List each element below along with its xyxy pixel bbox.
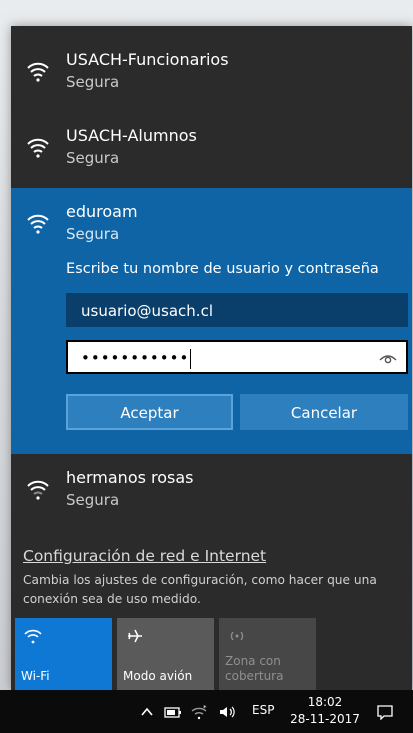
network-item-eduroam-expanded[interactable]: eduroam Segura Escribe tu nombre de usua…	[11, 188, 412, 454]
network-ssid: eduroam	[66, 202, 138, 221]
network-settings-link[interactable]: Configuración de red e Internet	[23, 547, 266, 565]
network-security: Segura	[66, 491, 120, 509]
network-item-hermanos-rosas[interactable]: hermanos rosas Segura	[11, 468, 412, 518]
quick-action-label: Zona con cobertura	[225, 654, 284, 683]
network-settings-description: Cambia los ajustes de configuración, com…	[23, 573, 377, 606]
wifi-icon	[27, 480, 49, 500]
quick-action-label: Wi-Fi	[21, 669, 50, 683]
airplane-icon	[128, 629, 142, 643]
password-masked-value: •••••••••••	[81, 349, 190, 367]
text-caret	[190, 348, 192, 369]
quick-action-hotspot[interactable]: Zona con cobertura	[219, 618, 316, 690]
taskbar: * ESP 18:02 28-11-2017	[0, 690, 413, 733]
network-security: Segura	[66, 149, 120, 167]
network-ssid: USACH-Funcionarios	[66, 50, 229, 69]
quick-action-wifi[interactable]: Wi-Fi	[15, 618, 112, 690]
wifi-icon	[27, 138, 49, 158]
network-item-usach-funcionarios[interactable]: USACH-Funcionarios Segura	[11, 50, 412, 100]
show-hidden-icons-chevron-up-icon[interactable]	[140, 704, 154, 720]
network-ssid: USACH-Alumnos	[66, 126, 197, 145]
network-flyout: USACH-Funcionarios Segura USACH-Alumnos …	[11, 26, 412, 690]
quick-action-label: Modo avión	[123, 669, 193, 683]
action-center-notification-icon[interactable]	[376, 704, 394, 720]
network-ssid: hermanos rosas	[66, 468, 194, 487]
clock-date: 28-11-2017	[290, 712, 360, 726]
wifi-icon	[27, 62, 49, 82]
wifi-icon	[27, 214, 49, 234]
accept-button[interactable]: Aceptar	[66, 394, 233, 430]
network-item-eduroam[interactable]: eduroam Segura	[11, 202, 412, 252]
hotspot-icon	[230, 631, 244, 641]
volume-icon[interactable]	[218, 704, 238, 720]
cancel-button[interactable]: Cancelar	[240, 394, 408, 430]
network-security: Segura	[66, 225, 120, 243]
username-value: usuario@usach.cl	[81, 302, 213, 320]
svg-text:*: *	[203, 704, 207, 712]
network-security: Segura	[66, 73, 120, 91]
battery-icon[interactable]	[164, 704, 182, 720]
clock[interactable]: 18:02 28-11-2017	[289, 694, 361, 728]
credentials-prompt: Escribe tu nombre de usuario y contraseñ…	[66, 261, 379, 277]
reveal-password-icon[interactable]	[378, 348, 398, 368]
network-item-usach-alumnos[interactable]: USACH-Alumnos Segura	[11, 126, 412, 176]
clock-time: 18:02	[307, 695, 343, 709]
network-wifi-tray-icon[interactable]: *	[190, 704, 210, 720]
username-field[interactable]: usuario@usach.cl	[66, 293, 408, 327]
password-field[interactable]: •••••••••••	[66, 340, 408, 374]
wifi-icon	[24, 629, 42, 644]
input-language[interactable]: ESP	[252, 703, 274, 717]
quick-action-airplane-mode[interactable]: Modo avión	[117, 618, 214, 690]
